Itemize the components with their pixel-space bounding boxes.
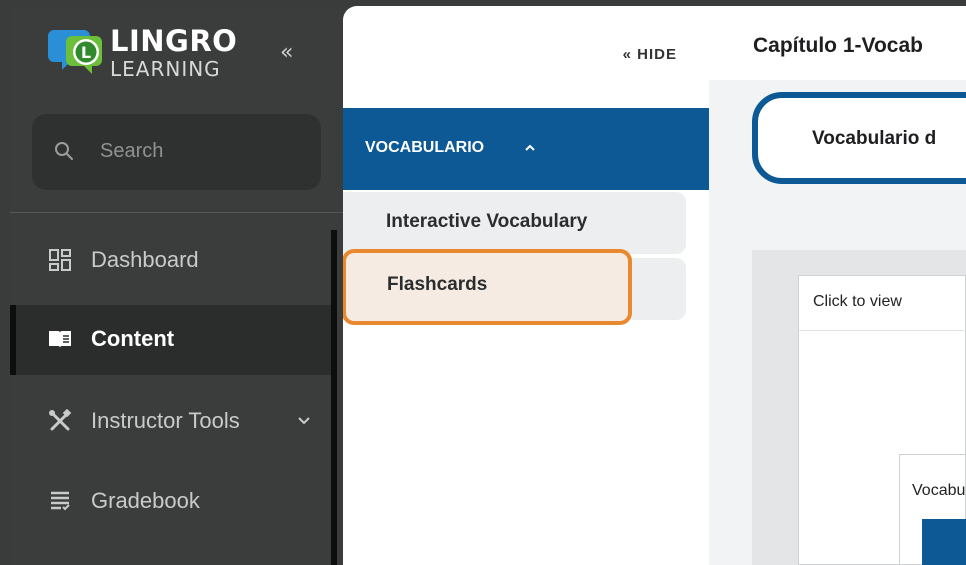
main-content: Capítulo 1-Vocab Vocabulario d Click to … (709, 6, 966, 565)
inner-card[interactable]: Vocabu (899, 454, 966, 565)
sidebar-item-gradebook[interactable]: Gradebook (10, 467, 331, 537)
logo-mark-icon: L (48, 30, 102, 74)
content-header: Capítulo 1-Vocab (709, 6, 966, 80)
card-divider (799, 330, 966, 331)
app-frame: L LINGRO LEARNING « Search Dashboard Con… (10, 6, 966, 565)
sidebar: L LINGRO LEARNING « Search Dashboard Con… (10, 6, 343, 565)
sidebar-item-dashboard[interactable]: Dashboard (10, 226, 331, 296)
chevron-down-icon[interactable] (296, 413, 312, 429)
inner-card-banner (922, 519, 966, 565)
lingro-logo[interactable]: L LINGRO LEARNING (48, 22, 248, 86)
gradebook-icon (51, 491, 70, 511)
sidebar-item-instructor-tools[interactable]: Instructor Tools (10, 387, 331, 457)
chapter-title: Capítulo 1-Vocab (753, 34, 923, 57)
chevron-up-icon (525, 144, 535, 151)
sidebar-item-content[interactable]: Content (10, 305, 331, 375)
sidebar-item-label: Content (91, 326, 175, 351)
hide-panel-button[interactable]: « HIDE (623, 46, 677, 63)
book-icon (49, 331, 71, 348)
card-text: Click to view (813, 293, 902, 310)
nav-item-label: Flashcards (387, 274, 488, 295)
sidebar-item-label: Dashboard (91, 247, 199, 272)
section-header-vocabulario[interactable]: VOCABULARIO (343, 108, 709, 190)
section-label: VOCABULARIO (365, 139, 485, 156)
sidebar-item-label: Gradebook (91, 488, 200, 513)
sidebar-scrollbar[interactable] (331, 230, 337, 565)
nav-item-flashcards[interactable]: Flashcards (343, 249, 632, 325)
dashboard-grid-icon (49, 249, 71, 271)
search-input[interactable]: Search (100, 140, 163, 163)
active-indicator (10, 305, 16, 375)
sidebar-divider (10, 212, 343, 213)
tab-label: Vocabulario d (812, 128, 937, 149)
nav-item-label: Interactive Vocabulary (386, 211, 588, 232)
collapse-sidebar-button[interactable]: « (280, 40, 293, 65)
tools-icon (49, 409, 72, 431)
svg-text:L: L (81, 43, 91, 62)
search-box[interactable]: Search (32, 114, 321, 190)
logo-subtitle: LEARNING (110, 57, 221, 81)
sidebar-item-label: Instructor Tools (91, 408, 240, 433)
nav-item-interactive-vocabulary[interactable]: Interactive Vocabulary (343, 192, 686, 254)
search-icon (55, 142, 73, 160)
inner-card-text: Vocabu (912, 482, 966, 499)
content-nav-panel: « HIDE VOCABULARIO Interactive Vocabular… (343, 6, 709, 565)
tab-vocabulario[interactable]: Vocabulario d (752, 92, 966, 184)
logo-name: LINGRO (110, 24, 238, 58)
